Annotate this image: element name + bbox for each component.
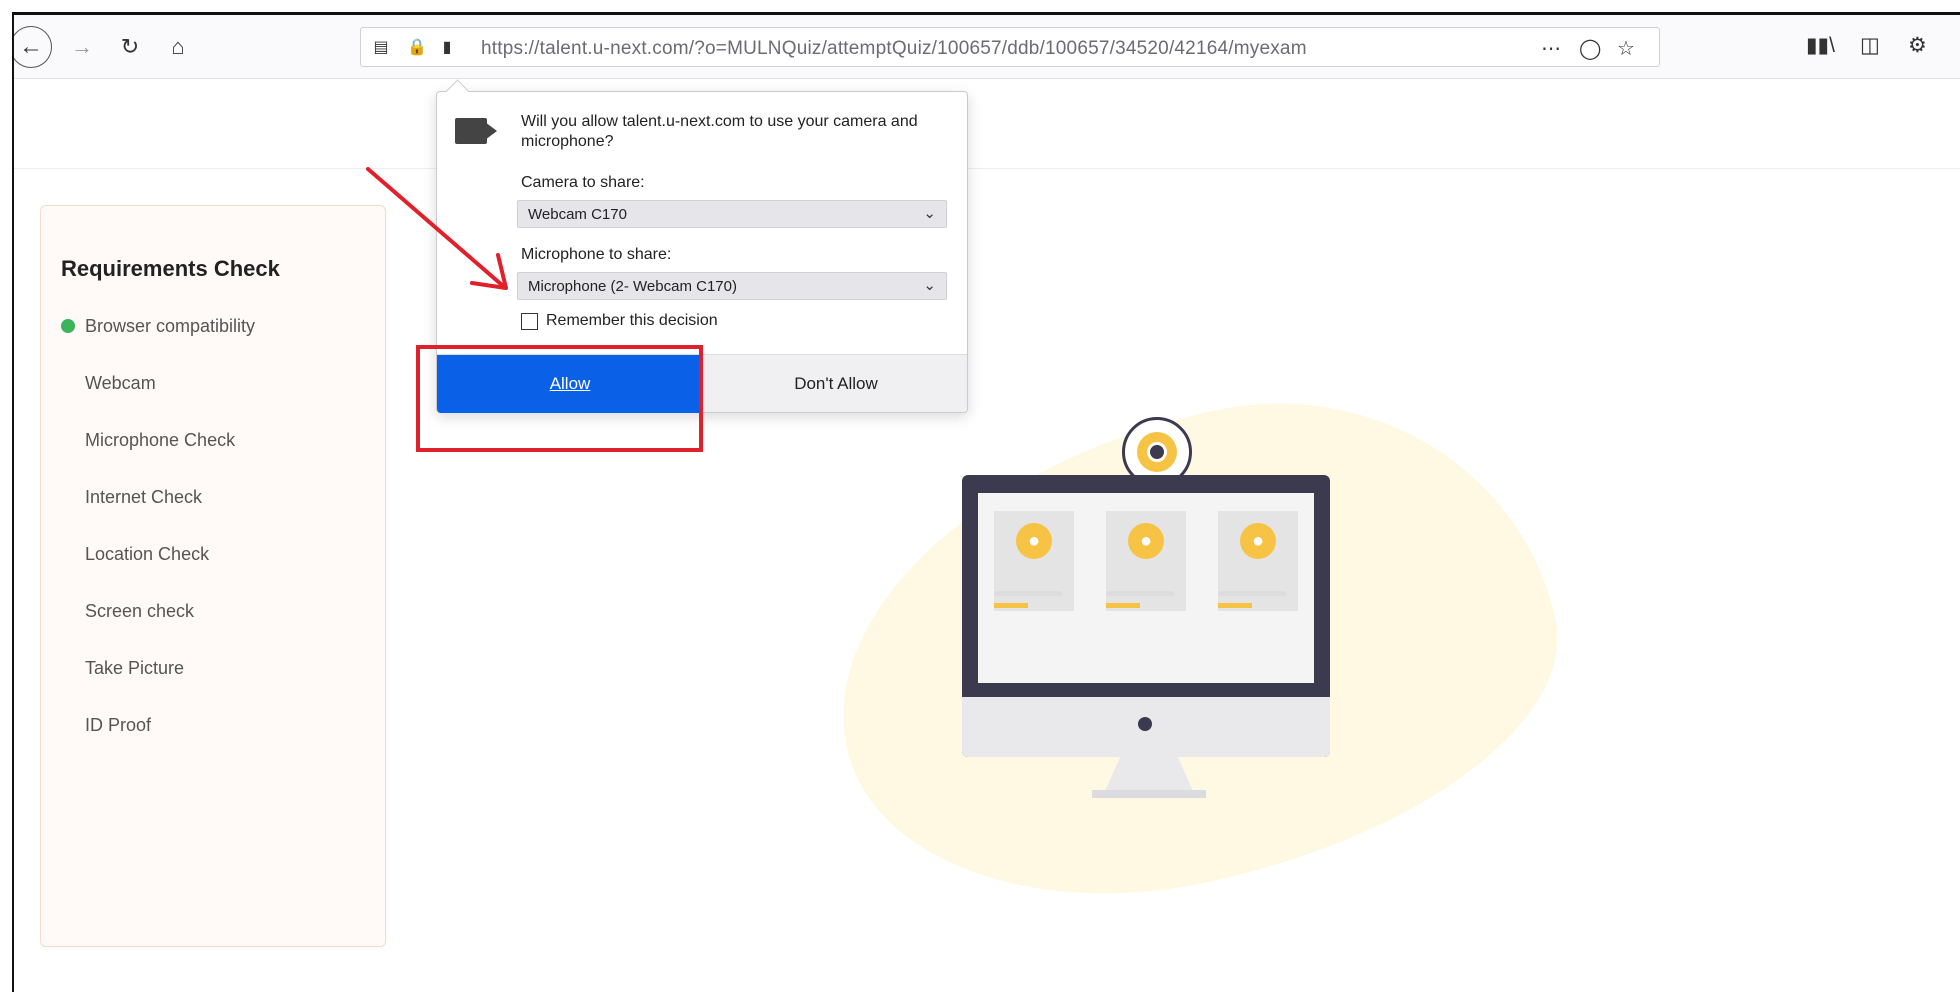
requirement-item: Webcam: [61, 373, 361, 430]
more-icon[interactable]: ⋯: [1541, 36, 1561, 61]
profile-panel: ●: [1106, 511, 1186, 611]
status-placeholder: [61, 490, 75, 504]
user-icon: ●: [1128, 523, 1164, 559]
check-icon: [61, 319, 75, 333]
profile-panel: ●: [1218, 511, 1298, 611]
requirement-item: Browser compatibility: [61, 316, 361, 373]
home-icon[interactable]: ⌂: [162, 31, 194, 63]
monitor-screen: ● ● ●: [978, 493, 1314, 683]
dont-allow-button[interactable]: Don't Allow: [703, 355, 969, 413]
text-line: [1218, 591, 1286, 596]
back-arrow-icon[interactable]: ←: [14, 26, 52, 68]
profile-panel: ●: [994, 511, 1074, 611]
text-line: [1106, 603, 1140, 608]
requirements-card: Requirements Check Browser compatibility…: [40, 205, 386, 947]
browser-window: ← → ↻ ⌂ ▤ 🔒 ▮ https://talent.u-next.com/…: [12, 12, 1960, 992]
camera-select[interactable]: Webcam C170 ⌄: [517, 200, 947, 228]
requirement-item: Location Check: [61, 544, 361, 601]
requirement-label: Webcam: [85, 373, 156, 393]
monitor-stand-base: [1092, 790, 1206, 798]
status-placeholder: [61, 661, 75, 675]
reload-icon[interactable]: ↻: [114, 31, 146, 63]
remember-checkbox[interactable]: [521, 312, 538, 330]
url-text[interactable]: https://talent.u-next.com/?o=MULNQuiz/at…: [481, 38, 1307, 60]
text-line: [994, 603, 1028, 608]
status-placeholder: [61, 433, 75, 447]
requirement-item: Screen check: [61, 601, 361, 658]
forward-arrow-icon[interactable]: →: [66, 31, 98, 63]
requirement-label: Browser compatibility: [85, 316, 256, 336]
text-line: [1218, 603, 1252, 608]
status-placeholder: [61, 547, 75, 561]
requirement-label: Location Check: [85, 544, 210, 564]
requirement-item: Take Picture: [61, 658, 361, 715]
chevron-down-icon: ⌄: [923, 205, 936, 222]
requirement-label: Microphone Check: [85, 430, 236, 450]
browser-toolbar: ← → ↻ ⌂ ▤ 🔒 ▮ https://talent.u-next.com/…: [14, 15, 1960, 79]
requirement-label: Screen check: [85, 601, 195, 621]
camera-label: Camera to share:: [521, 174, 645, 191]
requirement-item: ID Proof: [61, 715, 361, 772]
requirement-item: Internet Check: [61, 487, 361, 544]
camera-icon: [455, 118, 497, 144]
status-placeholder: [61, 604, 75, 618]
library-icon[interactable]: ▮▮\: [1806, 33, 1835, 58]
permission-question: Will you allow talent.u-next.com to use …: [521, 113, 918, 150]
remember-label: Remember this decision: [546, 312, 718, 329]
page-header: [14, 79, 1960, 169]
status-placeholder: [61, 718, 75, 732]
lock-icon[interactable]: 🔒: [407, 37, 427, 57]
star-icon[interactable]: ☆: [1617, 36, 1635, 61]
requirement-label: Internet Check: [85, 487, 203, 507]
webcam-lens: [1137, 432, 1177, 472]
pocket-icon[interactable]: ◯: [1579, 36, 1601, 61]
annotation-highlight-box: [416, 345, 703, 452]
extension-icon[interactable]: ⚙: [1908, 33, 1927, 58]
text-line: [994, 591, 1062, 596]
power-led: [1138, 717, 1152, 731]
url-bar[interactable]: ▤ 🔒 ▮ https://talent.u-next.com/?o=MULNQ…: [360, 27, 1660, 67]
microphone-label: Microphone to share:: [521, 246, 672, 263]
text-line: [1106, 591, 1174, 596]
reader-icon[interactable]: ▤: [371, 37, 391, 57]
microphone-select-value: Microphone (2- Webcam C170): [528, 278, 737, 295]
requirement-label: ID Proof: [85, 715, 152, 735]
sidebar-icon[interactable]: ◫: [1860, 33, 1880, 58]
microphone-select[interactable]: Microphone (2- Webcam C170) ⌄: [517, 272, 947, 300]
chevron-down-icon: ⌄: [923, 277, 936, 294]
remember-decision[interactable]: Remember this decision: [521, 312, 718, 330]
requirement-item: Microphone Check: [61, 430, 361, 487]
monitor-chin: [962, 697, 1330, 757]
user-icon: ●: [1016, 523, 1052, 559]
monitor-illustration: ● ● ●: [962, 475, 1330, 757]
user-icon: ●: [1240, 523, 1276, 559]
requirement-label: Take Picture: [85, 658, 185, 678]
camera-icon[interactable]: ▮: [437, 37, 457, 57]
camera-select-value: Webcam C170: [528, 206, 627, 223]
annotation-arrow: [366, 167, 508, 290]
requirements-title: Requirements Check: [61, 256, 280, 281]
status-placeholder: [61, 376, 75, 390]
requirements-list: Browser compatibility Webcam Microphone …: [61, 316, 361, 772]
